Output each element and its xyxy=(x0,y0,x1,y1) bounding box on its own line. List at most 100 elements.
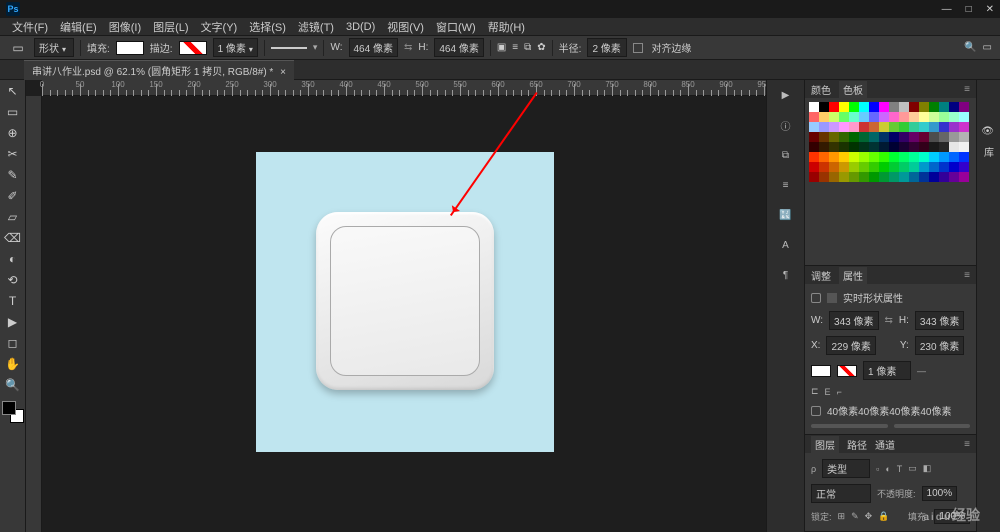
swatch[interactable] xyxy=(919,162,929,172)
filter-icon[interactable]: ◧ xyxy=(923,463,932,474)
prop-stroke-w[interactable]: 1 像素 xyxy=(863,361,911,380)
tool[interactable]: ▱ xyxy=(3,208,23,226)
swatch[interactable] xyxy=(939,122,949,132)
prop-h[interactable]: 343 像素 xyxy=(915,311,964,330)
swatch[interactable] xyxy=(919,172,929,182)
swatch[interactable] xyxy=(939,112,949,122)
swatch[interactable] xyxy=(959,102,969,112)
swatch[interactable] xyxy=(869,112,879,122)
canvas-area[interactable]: 0501001502002503003504004505005506006507… xyxy=(26,80,766,532)
path-ops-icon[interactable]: ▣ xyxy=(497,42,506,53)
tool[interactable]: 🔍 xyxy=(3,376,23,394)
tab-paths[interactable]: 路径 xyxy=(847,437,867,452)
window-maximize[interactable]: □ xyxy=(966,4,972,15)
menu-item[interactable]: 帮助(H) xyxy=(484,19,529,35)
swatch[interactable] xyxy=(849,102,859,112)
swatch[interactable] xyxy=(879,132,889,142)
swatch[interactable] xyxy=(819,112,829,122)
tab-adjustments[interactable]: 调整 xyxy=(811,268,831,283)
dock-icon[interactable]: ¶ xyxy=(776,266,796,284)
document-tab[interactable]: 串讲八作业.psd @ 62.1% (圆角矩形 1 拷贝, RGB/8#) * … xyxy=(24,60,294,80)
arrange-icon[interactable]: ⧉ xyxy=(524,42,531,53)
swatch[interactable] xyxy=(849,112,859,122)
swatch[interactable] xyxy=(899,152,909,162)
menu-item[interactable]: 3D(D) xyxy=(342,21,379,33)
swatch[interactable] xyxy=(849,142,859,152)
rounded-rect-tool-icon[interactable]: ▭ xyxy=(8,39,28,57)
swatch[interactable] xyxy=(809,112,819,122)
swatch[interactable] xyxy=(829,122,839,132)
swatch[interactable] xyxy=(959,142,969,152)
width-field[interactable]: 464 像素 xyxy=(349,38,398,57)
swatch[interactable] xyxy=(859,162,869,172)
swatch[interactable] xyxy=(809,152,819,162)
swatch[interactable] xyxy=(939,162,949,172)
swatch[interactable] xyxy=(809,172,819,182)
swatch[interactable] xyxy=(819,142,829,152)
radius-field[interactable]: 2 像素 xyxy=(587,38,627,57)
tool[interactable]: ✎ xyxy=(3,166,23,184)
swatches-grid[interactable] xyxy=(805,98,976,186)
swatch[interactable] xyxy=(809,122,819,132)
swatch[interactable] xyxy=(819,132,829,142)
swatch[interactable] xyxy=(859,122,869,132)
swatch[interactable] xyxy=(959,122,969,132)
lock-icon[interactable]: ⊞ xyxy=(838,511,846,522)
window-close[interactable]: ✕ xyxy=(986,4,994,15)
stroke-corner-icon[interactable]: ⌐ xyxy=(837,387,842,397)
swatch[interactable] xyxy=(839,102,849,112)
swatch[interactable] xyxy=(909,102,919,112)
swatch[interactable] xyxy=(929,152,939,162)
document-canvas[interactable] xyxy=(256,152,554,452)
tool[interactable]: ↖ xyxy=(3,82,23,100)
lock-icon[interactable]: 🔒 xyxy=(878,511,889,522)
swatch[interactable] xyxy=(899,132,909,142)
swatch[interactable] xyxy=(949,132,959,142)
tool[interactable]: ⌫ xyxy=(3,229,23,247)
swatch[interactable] xyxy=(949,152,959,162)
swatch[interactable] xyxy=(849,172,859,182)
prop-y[interactable]: 230 像素 xyxy=(915,336,964,355)
tool[interactable]: ⟲ xyxy=(3,271,23,289)
swatch[interactable] xyxy=(859,102,869,112)
swatch[interactable] xyxy=(909,162,919,172)
dock-icon[interactable]: A xyxy=(776,236,796,254)
lock-icon[interactable]: ✥ xyxy=(865,511,873,522)
swatch[interactable] xyxy=(919,132,929,142)
swatch[interactable] xyxy=(889,132,899,142)
swatch[interactable] xyxy=(949,102,959,112)
height-field[interactable]: 464 像素 xyxy=(434,38,483,57)
stroke-caps-icon[interactable]: E xyxy=(825,387,831,397)
tool[interactable]: ▭ xyxy=(3,103,23,121)
swatch[interactable] xyxy=(889,142,899,152)
swatch[interactable] xyxy=(809,132,819,142)
panel-menu-icon[interactable]: ≡ xyxy=(964,84,970,95)
swatch[interactable] xyxy=(889,162,899,172)
swatch[interactable] xyxy=(929,142,939,152)
swatch[interactable] xyxy=(849,162,859,172)
tool[interactable]: ✂ xyxy=(3,145,23,163)
prop-w[interactable]: 343 像素 xyxy=(829,311,878,330)
menu-item[interactable]: 图像(I) xyxy=(105,19,145,35)
tab-layers[interactable]: 图层 xyxy=(811,436,839,453)
swatch[interactable] xyxy=(869,172,879,182)
dock-icon[interactable]: ▶ xyxy=(776,86,796,104)
swatch[interactable] xyxy=(869,142,879,152)
panel-menu-icon[interactable]: ≡ xyxy=(964,439,970,450)
swatch[interactable] xyxy=(909,112,919,122)
menu-item[interactable]: 文字(Y) xyxy=(197,19,242,35)
swatch[interactable] xyxy=(919,152,929,162)
library-label[interactable]: 库 xyxy=(984,144,994,159)
swatch[interactable] xyxy=(899,142,909,152)
stroke-align-icon[interactable]: ⊏ xyxy=(811,386,819,397)
swatch[interactable] xyxy=(939,152,949,162)
swatch[interactable] xyxy=(929,122,939,132)
swatch[interactable] xyxy=(839,142,849,152)
prop-x[interactable]: 229 像素 xyxy=(826,336,875,355)
prop-fill[interactable] xyxy=(811,365,831,377)
swatch[interactable] xyxy=(959,152,969,162)
tab-channels[interactable]: 通道 xyxy=(875,437,895,452)
swatch[interactable] xyxy=(919,112,929,122)
swatch[interactable] xyxy=(829,102,839,112)
swatch[interactable] xyxy=(899,162,909,172)
